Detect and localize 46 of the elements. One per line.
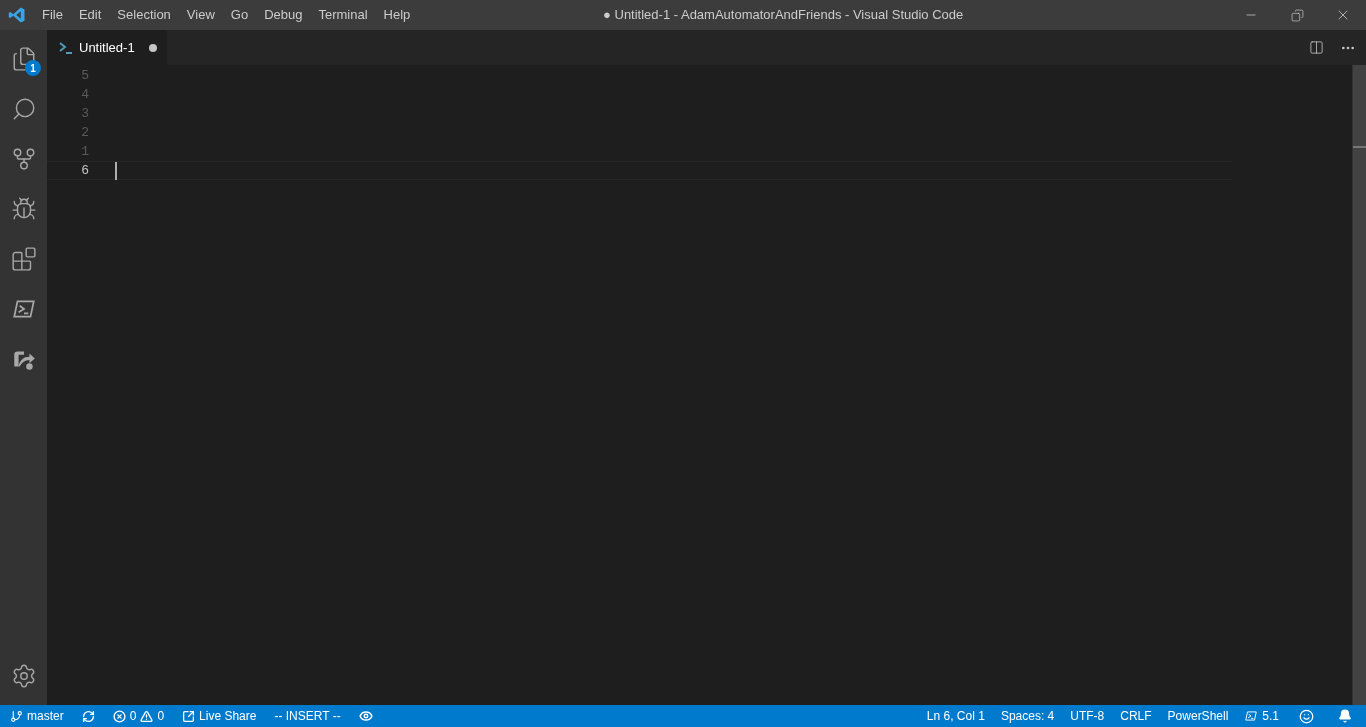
- status-item[interactable]: CRLF: [1114, 705, 1158, 727]
- terminal-icon[interactable]: [1244, 709, 1259, 723]
- branch-icon: [10, 709, 23, 723]
- external-arrow-icon: [182, 709, 196, 723]
- text-cursor: [115, 161, 117, 180]
- warning-icon: [140, 709, 154, 723]
- line-number: 4: [80, 85, 89, 104]
- powershell-version-button[interactable]: 5.1: [1238, 705, 1285, 727]
- settings-icon[interactable]: [10, 663, 37, 689]
- live-share-button[interactable]: Live Share: [176, 705, 263, 727]
- bell-icon: [1338, 709, 1352, 723]
- problems-button[interactable]: 0 0: [106, 705, 171, 727]
- scrollbar[interactable]: [1352, 65, 1366, 705]
- line-number: 5: [80, 66, 89, 85]
- line-number: 6: [80, 161, 89, 180]
- menu-item[interactable]: Help: [375, 0, 419, 30]
- bug-icon[interactable]: [10, 196, 37, 222]
- menu-item[interactable]: Edit: [70, 0, 110, 30]
- editor-tab[interactable]: Untitled-1: [47, 30, 167, 65]
- notification-badge: 1: [25, 60, 41, 76]
- menu-item[interactable]: Selection: [109, 0, 179, 30]
- window-title: ● Untitled-1 - AdamAutomatorAndFriends - Visual Studio Code: [603, 6, 964, 25]
- menu-item[interactable]: Debug: [256, 0, 311, 30]
- status-item[interactable]: Ln 6, Col 1: [920, 705, 991, 727]
- line-number: 1: [80, 142, 89, 161]
- status-item[interactable]: UTF-8: [1064, 705, 1111, 727]
- smiley-icon: [1299, 708, 1314, 724]
- editor-area[interactable]: 5 4 3 2 1 6: [47, 65, 1352, 705]
- error-icon: [112, 709, 126, 723]
- menu-item[interactable]: View: [178, 0, 223, 30]
- menu-item[interactable]: Terminal: [310, 0, 376, 30]
- eye-icon: [358, 709, 373, 723]
- status-item[interactable]: Spaces: 4: [994, 705, 1061, 727]
- split-editor-icon[interactable]: [1309, 40, 1324, 55]
- prompt-icon: [59, 41, 73, 54]
- restore-icon: [1290, 8, 1304, 22]
- logo-icon: [8, 6, 26, 24]
- branch-button[interactable]: master: [4, 705, 70, 727]
- status-item[interactable]: PowerShell: [1161, 705, 1235, 727]
- menu-item[interactable]: File: [34, 0, 71, 30]
- line-number: 3: [80, 104, 89, 123]
- sync-icon: [81, 709, 95, 723]
- mode-indicator[interactable]: -- INSERT --: [268, 705, 347, 727]
- menu-item[interactable]: Go: [222, 0, 257, 30]
- blocks-icon[interactable]: [10, 246, 37, 272]
- line-number: 2: [80, 123, 89, 142]
